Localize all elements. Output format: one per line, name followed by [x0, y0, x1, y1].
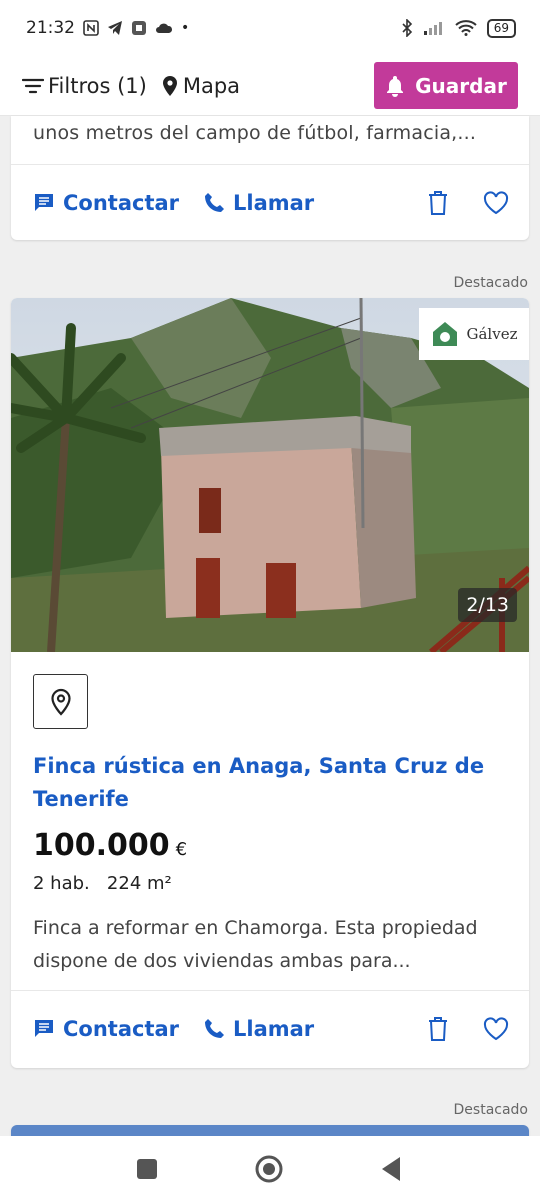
back-button[interactable] [380, 1156, 402, 1186]
chat-icon [35, 194, 53, 211]
map-pin-icon [162, 75, 177, 96]
trash-icon [429, 191, 447, 215]
save-search-button[interactable]: Guardar [374, 62, 518, 109]
status-bar: 21:32 • 69 [0, 0, 540, 56]
call-label: Llamar [233, 1017, 315, 1041]
price-value: 100.000 [33, 828, 170, 863]
listing-card-previous: unos metros del campo de fútbol, farmaci… [11, 116, 529, 240]
listing-title[interactable]: Finca rústica en Anaga, Santa Cruz de Te… [33, 750, 503, 816]
status-right: 69 [401, 18, 516, 38]
save-label: Guardar [415, 73, 507, 98]
map-label: Mapa [182, 73, 241, 98]
telegram-icon [108, 21, 122, 35]
top-bar: Filtros (1) Mapa Guardar [0, 56, 540, 116]
status-time: 21:32 [26, 18, 75, 38]
contact-button[interactable]: Contactar [33, 1017, 179, 1041]
square-icon [137, 1159, 157, 1179]
bell-icon [387, 75, 404, 97]
favorite-button[interactable] [483, 191, 509, 215]
call-button[interactable]: Llamar [203, 1017, 314, 1041]
price-currency: € [175, 839, 188, 860]
agency-name: Gálvez [466, 325, 518, 343]
battery-indicator: 69 [486, 18, 516, 38]
heart-icon [483, 1017, 509, 1041]
divider [11, 164, 529, 165]
listing-description: Finca a reformar en Chamorga. Esta propi… [33, 917, 478, 972]
show-on-map-button[interactable] [33, 674, 88, 729]
discard-button[interactable] [427, 1016, 449, 1042]
favorite-button[interactable] [483, 1017, 509, 1041]
photo-counter: 2/13 [458, 588, 517, 622]
location-icon [50, 688, 71, 716]
home-circle-icon [255, 1155, 283, 1183]
agency-logo: Gálvez [419, 308, 529, 360]
listing-card[interactable]: Gálvez 2/13 Finca rústica en Anaga, Sant… [11, 298, 529, 1068]
discard-button[interactable] [427, 190, 449, 216]
listing-photo[interactable]: Gálvez 2/13 [11, 298, 529, 652]
filters-label: Filtros (1) [48, 73, 147, 98]
call-label: Llamar [233, 191, 315, 215]
system-nav-bar [0, 1136, 540, 1200]
contact-label: Contactar [63, 191, 180, 215]
chat-icon [35, 1020, 53, 1037]
back-triangle-icon [382, 1157, 400, 1181]
trash-icon [429, 1017, 447, 1041]
wifi-icon [455, 20, 477, 36]
nfc-icon [83, 20, 99, 36]
call-button[interactable]: Llamar [203, 191, 314, 215]
bluetooth-icon [402, 19, 412, 37]
contact-label: Contactar [63, 1017, 180, 1041]
listing-actions: Contactar Llamar [11, 992, 529, 1066]
listing-description: unos metros del campo de fútbol, farmaci… [33, 122, 477, 144]
heart-icon [483, 191, 509, 215]
home-button[interactable] [254, 1154, 284, 1188]
contact-button[interactable]: Contactar [33, 191, 179, 215]
app-icon [132, 21, 146, 35]
featured-label: Destacado [453, 1102, 528, 1118]
cloud-icon [156, 23, 173, 33]
status-left: 21:32 • [26, 18, 189, 38]
listing-features: 2 hab. 224 m² [33, 873, 172, 894]
filter-icon [22, 78, 44, 93]
dot-icon: • [181, 20, 190, 36]
featured-label: Destacado [453, 275, 528, 291]
signal-icon [423, 22, 442, 35]
agency-logo-icon [432, 322, 457, 346]
recents-button[interactable] [136, 1158, 158, 1184]
listing-price: 100.000 € [33, 828, 187, 863]
phone-icon [205, 1019, 224, 1038]
listing-actions: Contactar Llamar [11, 166, 529, 240]
filters-button[interactable]: Filtros (1) [22, 74, 147, 98]
divider [11, 990, 529, 991]
phone-icon [205, 193, 224, 212]
map-button[interactable]: Mapa [161, 74, 240, 98]
